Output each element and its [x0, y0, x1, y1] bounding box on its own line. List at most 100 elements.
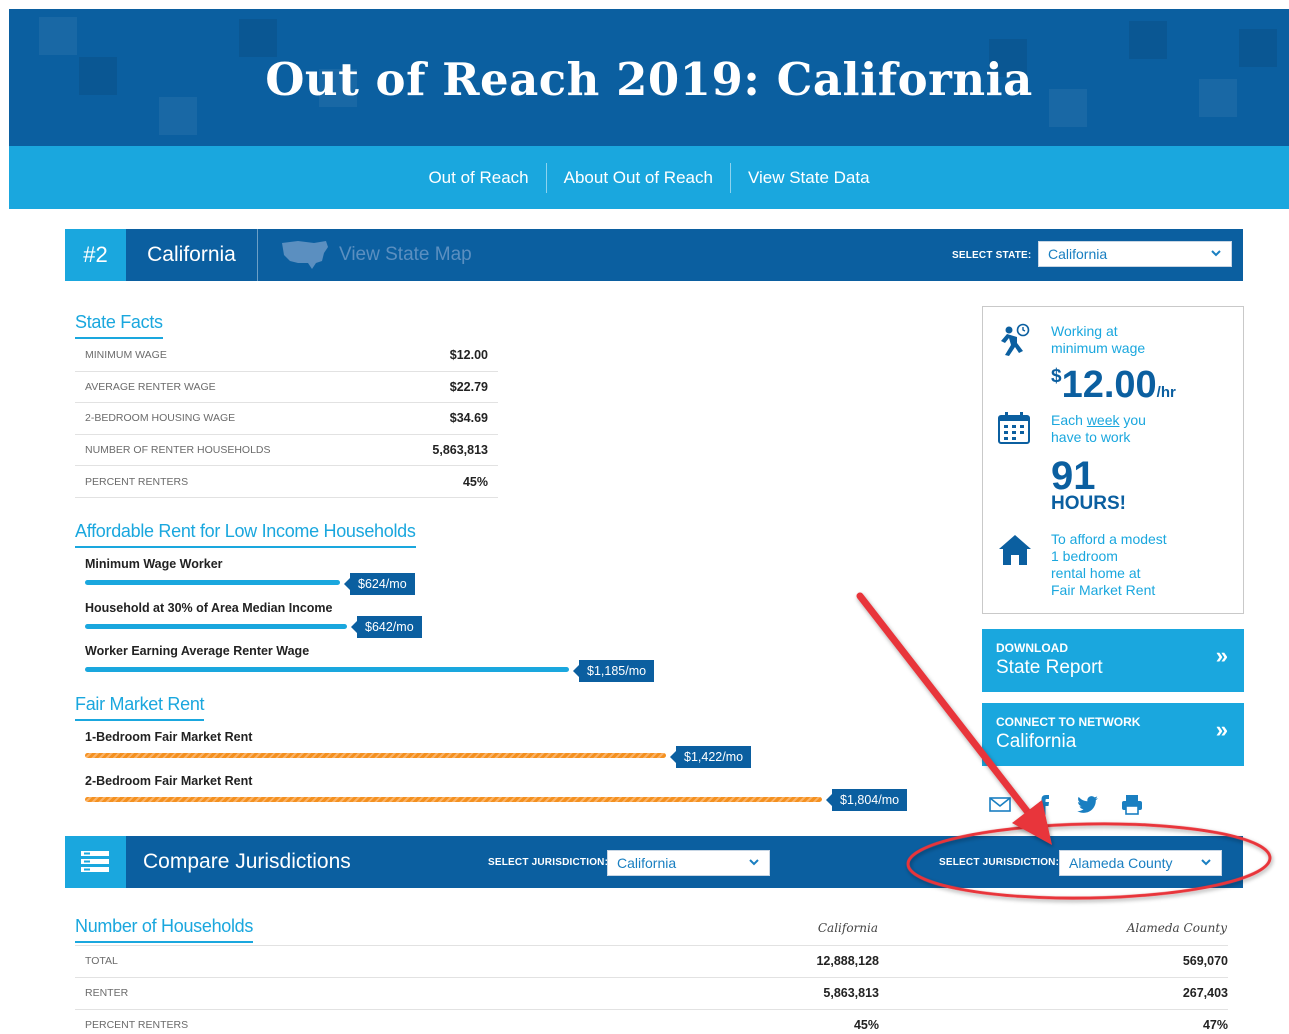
- select-jurisdiction-label-2: SELECT JURISDICTION:: [939, 857, 1060, 868]
- bar-tag-30-ami: $642/mo: [351, 616, 422, 638]
- min-wage-value: $12.00/hr: [1051, 363, 1176, 415]
- download-state-report-button[interactable]: DOWNLOAD State Report »: [982, 629, 1244, 692]
- afford-line-2: 1 bedroom: [1051, 548, 1118, 564]
- row-label: TOTAL: [85, 955, 118, 967]
- compare-list-icon: [81, 851, 109, 872]
- fact-label: MINIMUM WAGE: [85, 349, 167, 362]
- page: Out of Reach 2019: California Out of Rea…: [0, 0, 1289, 1034]
- nav-out-of-reach[interactable]: Out of Reach: [411, 163, 545, 193]
- fact-label: AVERAGE RENTER WAGE: [85, 380, 216, 393]
- afford-line-3: rental home at: [1051, 565, 1141, 581]
- compare-jurisdictions-bar: Compare Jurisdictions SELECT JURISDICTIO…: [65, 836, 1243, 888]
- bar-tag-min-wage: $624/mo: [344, 573, 415, 595]
- main-nav: Out of Reach About Out of Reach View Sta…: [9, 146, 1289, 209]
- bar-30-ami: [85, 624, 347, 629]
- fact-label: 2-BEDROOM HOUSING WAGE: [85, 412, 236, 425]
- double-chevron-right-icon: »: [1215, 717, 1228, 742]
- bar-2br-fmr: [85, 797, 822, 802]
- chevron-down-icon: [1201, 859, 1211, 866]
- fact-row: NUMBER OF RENTER HOUSEHOLDS 5,863,813: [75, 435, 498, 467]
- select-state-dropdown[interactable]: California: [1038, 241, 1232, 267]
- print-icon[interactable]: [1121, 792, 1143, 816]
- page-title: Out of Reach 2019: California: [265, 53, 1033, 106]
- bar-label-min-wage: Minimum Wage Worker: [85, 557, 223, 571]
- bar-label-avg-renter-wage: Worker Earning Average Renter Wage: [85, 644, 310, 658]
- selected-jurisdiction-1: California: [617, 855, 677, 871]
- bar-tag-2br-fmr: $1,804/mo: [825, 789, 908, 811]
- compare-jurisdictions-title: Compare Jurisdictions: [143, 850, 351, 873]
- select-state-label: SELECT STATE:: [952, 250, 1032, 261]
- nav-about-out-of-reach[interactable]: About Out of Reach: [547, 163, 730, 193]
- hours-label: HOURS!: [1051, 493, 1126, 514]
- twitter-icon[interactable]: [1076, 792, 1100, 816]
- bar-tag-avg-renter-wage: $1,185/mo: [572, 660, 655, 682]
- calendar-icon: [998, 412, 1030, 444]
- bar-avg-renter-wage: [85, 667, 569, 672]
- min-wage-number: 12.00: [1061, 364, 1157, 406]
- state-rank: #2: [65, 229, 126, 281]
- row-label: PERCENT RENTERS: [85, 1019, 189, 1031]
- bar-min-wage: [85, 580, 340, 585]
- facebook-icon[interactable]: [1034, 792, 1054, 816]
- row-value-alameda: 47%: [1202, 1018, 1228, 1032]
- nav-view-state-data[interactable]: View State Data: [731, 163, 887, 193]
- row-value-alameda: 267,403: [1182, 986, 1228, 1000]
- hours-value: 91: [1051, 454, 1096, 498]
- email-icon[interactable]: [988, 792, 1012, 816]
- fact-label: PERCENT RENTERS: [85, 475, 189, 488]
- state-facts-table: MINIMUM WAGE $12.00 AVERAGE RENTER WAGE $2…: [75, 340, 498, 498]
- fact-label: NUMBER OF RENTER HOUSEHOLDS: [85, 444, 271, 457]
- cta-small-label: CONNECT TO NETWORK: [996, 715, 1141, 729]
- connect-to-network-button[interactable]: CONNECT TO NETWORK California »: [982, 703, 1244, 766]
- have-to-work-label: have to work: [1051, 429, 1131, 445]
- fact-value: $22.79: [449, 379, 488, 394]
- affordable-rent-title: Affordable Rent for Low Income Household…: [75, 521, 416, 548]
- site-header: Out of Reach 2019: California: [9, 9, 1289, 146]
- selected-jurisdiction-2: Alameda County: [1069, 855, 1173, 871]
- dollar-sign: $: [1051, 366, 1062, 387]
- table-row: TOTAL 12,888,128 569,070: [75, 946, 1228, 978]
- fact-row: MINIMUM WAGE $12.00: [75, 340, 498, 372]
- select-jurisdiction-dropdown-1[interactable]: California: [607, 850, 770, 876]
- fact-row: AVERAGE RENTER WAGE $22.79: [75, 372, 498, 404]
- each-week-text: Each week you: [1051, 412, 1146, 429]
- usa-map-icon[interactable]: [280, 237, 330, 271]
- view-state-map-link[interactable]: View State Map: [339, 229, 472, 281]
- chevron-down-icon: [1211, 250, 1221, 257]
- wage-info-box: Working at minimum wage $12.00/hr Each w…: [982, 306, 1244, 614]
- chevron-down-icon: [749, 859, 759, 866]
- fact-value: $34.69: [449, 411, 488, 426]
- bar-label-1br-fmr: 1-Bedroom Fair Market Rent: [85, 730, 253, 744]
- afford-line-1: To afford a modest: [1051, 531, 1167, 547]
- row-value-california: 5,863,813: [823, 986, 879, 1000]
- table-row: PERCENT RENTERS 45% 47%: [75, 1010, 1228, 1034]
- fact-value: 5,863,813: [432, 443, 488, 458]
- fact-row: 2-BEDROOM HOUSING WAGE $34.69: [75, 403, 498, 435]
- each-suffix: you: [1119, 412, 1146, 428]
- bar-tag-1br-fmr: $1,422/mo: [669, 746, 752, 768]
- select-jurisdiction-dropdown-2[interactable]: Alameda County: [1059, 850, 1222, 876]
- each-prefix: Each: [1051, 412, 1087, 428]
- fact-value: $12.00: [449, 348, 488, 363]
- running-clock-icon: [1001, 323, 1030, 356]
- cta-small-label: DOWNLOAD: [996, 641, 1068, 655]
- number-of-households-title: Number of Households: [75, 916, 253, 943]
- row-value-california: 45%: [853, 1018, 879, 1032]
- row-label: RENTER: [85, 987, 129, 999]
- cta-large-label: State Report: [996, 657, 1103, 678]
- double-chevron-right-icon: »: [1215, 643, 1228, 668]
- column-header-alameda: Alameda County: [1126, 921, 1227, 935]
- cta-large-label: California: [996, 731, 1077, 752]
- row-value-california: 12,888,128: [816, 954, 879, 968]
- house-icon: [999, 535, 1031, 565]
- bar-label-2br-fmr: 2-Bedroom Fair Market Rent: [85, 774, 253, 788]
- select-jurisdiction-label-1: SELECT JURISDICTION:: [488, 857, 609, 868]
- state-bar: #2 California View State Map SELECT STAT…: [65, 229, 1243, 281]
- week-link[interactable]: week: [1087, 412, 1120, 428]
- bar-1br-fmr: [85, 753, 666, 758]
- row-value-alameda: 569,070: [1182, 954, 1228, 968]
- fair-market-rent-title: Fair Market Rent: [75, 694, 205, 721]
- minimum-wage-label: minimum wage: [1051, 340, 1146, 356]
- selected-state: California: [1048, 246, 1108, 262]
- state-facts-title: State Facts: [75, 312, 163, 339]
